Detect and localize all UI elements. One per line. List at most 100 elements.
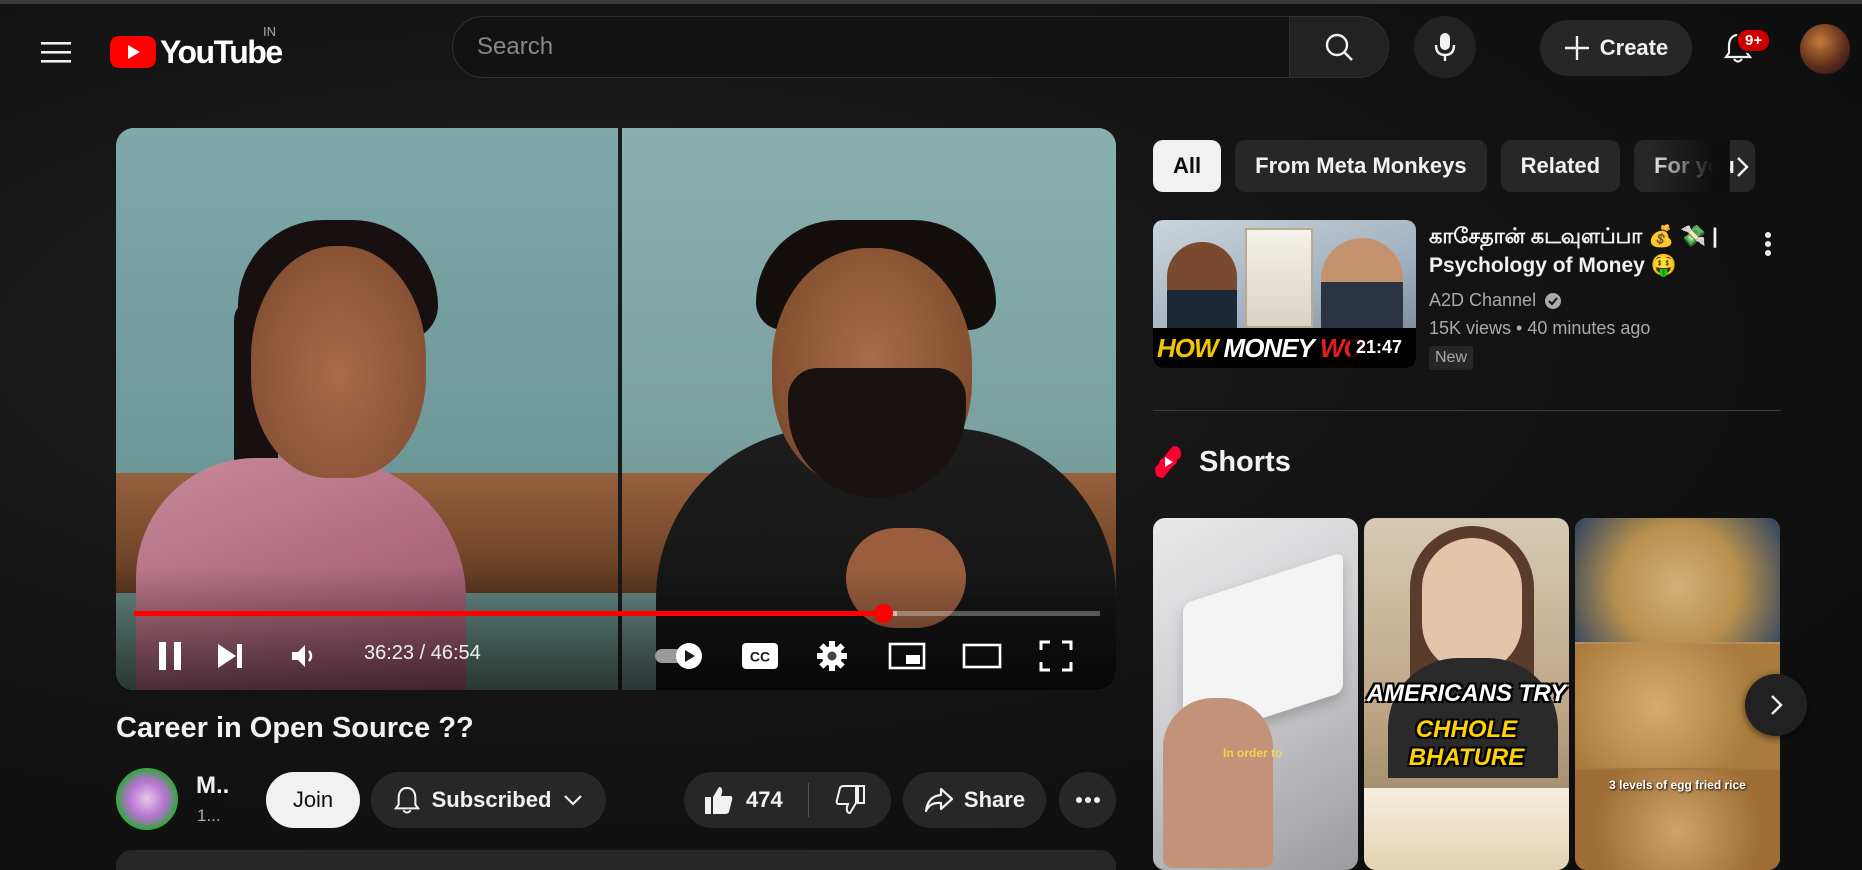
create-button[interactable]: Create: [1540, 20, 1692, 76]
pause-button[interactable]: [142, 628, 198, 684]
recommended-video[interactable]: HOW MONEY WO 21:47 காசேதான் கடவுளப்பா 💰 …: [1153, 220, 1783, 372]
country-code: IN: [263, 24, 276, 39]
closed-captions-icon: CC: [742, 643, 778, 669]
svg-text:CC: CC: [750, 649, 770, 665]
progress-bar[interactable]: [134, 604, 1100, 623]
dislike-button[interactable]: [809, 772, 891, 828]
short-caption-line-1: AMERICANS TRY: [1366, 680, 1567, 707]
shorts-next-button[interactable]: [1745, 674, 1807, 736]
video-player[interactable]: 36:23 / 46:54 CC: [116, 128, 1116, 690]
channel-name[interactable]: M..: [196, 772, 229, 800]
logo-wordmark: YouTube: [160, 33, 283, 70]
subscribed-label: Subscribed: [431, 787, 552, 812]
progress-scrubber[interactable]: [874, 604, 894, 623]
theater-mode-button[interactable]: [954, 628, 1010, 684]
chevron-down-icon: [564, 795, 583, 806]
share-icon: [924, 787, 954, 813]
shorts-title: Shorts: [1199, 445, 1291, 478]
like-count: 474: [746, 787, 783, 812]
shorts-header: Shorts: [1153, 444, 1291, 480]
theater-mode-icon: [962, 643, 1002, 669]
channel-avatar[interactable]: [116, 768, 178, 830]
autoplay-toggle-icon: [655, 643, 702, 669]
fullscreen-button[interactable]: [1028, 628, 1084, 684]
youtube-play-icon: [110, 36, 156, 68]
video-person-left-face: [251, 246, 426, 478]
gear-icon: [817, 641, 847, 671]
short-2-face: [1422, 538, 1522, 673]
recommended-channel[interactable]: A2D Channel: [1429, 290, 1562, 311]
thumbs-up-icon: [705, 787, 733, 814]
next-button[interactable]: [202, 628, 258, 684]
volume-icon: [292, 645, 313, 667]
hamburger-icon: [41, 42, 71, 63]
mute-button[interactable]: [276, 628, 332, 684]
fullscreen-icon: [1039, 640, 1073, 672]
short-caption: 3 levels of egg fried rice: [1609, 778, 1746, 792]
miniplayer-icon: [888, 642, 926, 670]
short-caption-line-2: CHHOLE BHATURE: [1408, 716, 1525, 771]
progress-played: [134, 611, 884, 616]
more-horizontal-icon: [1075, 797, 1100, 803]
recommended-menu-button[interactable]: [1753, 224, 1783, 264]
thumbnail-text-word-2: MONEY: [1223, 332, 1315, 363]
short-item[interactable]: AMERICANS TRY CHHOLE BHATURE: [1364, 518, 1569, 870]
more-actions-button[interactable]: [1059, 772, 1116, 828]
pause-icon: [159, 642, 181, 670]
share-button[interactable]: Share: [903, 772, 1046, 828]
join-button[interactable]: Join: [266, 772, 360, 828]
search-input[interactable]: [453, 17, 1289, 77]
time-display: 36:23 / 46:54: [364, 642, 481, 664]
search-button[interactable]: [1289, 16, 1389, 78]
microphone-icon: [1434, 33, 1456, 61]
short-3-plate-1: [1575, 518, 1780, 642]
chips-next-button[interactable]: [1718, 143, 1766, 191]
thumbnail-book: [1245, 228, 1313, 328]
short-2-plate: [1364, 788, 1569, 870]
chip-related[interactable]: Related: [1500, 140, 1621, 192]
short-item[interactable]: In order to: [1153, 518, 1358, 870]
search-box: [452, 16, 1290, 78]
plus-icon: [1564, 36, 1589, 60]
recommended-meta: 15K views • 40 minutes ago: [1429, 318, 1651, 338]
subscribed-button[interactable]: Subscribed: [371, 772, 606, 828]
thumbs-down-icon: [835, 785, 865, 815]
guide-menu-button[interactable]: [32, 28, 80, 76]
masthead: YouTube IN Create: [0, 4, 1862, 92]
miniplayer-button[interactable]: [879, 628, 935, 684]
account-avatar[interactable]: [1800, 24, 1850, 74]
create-label: Create: [1599, 35, 1669, 60]
search-icon: [1325, 33, 1353, 61]
new-badge: New: [1429, 346, 1474, 370]
chevron-right-icon: [1771, 695, 1783, 715]
more-vertical-icon: [1765, 232, 1771, 256]
share-label: Share: [963, 787, 1026, 812]
thumbnail-text-word-1: HOW: [1157, 332, 1219, 363]
chip-from-channel[interactable]: From Meta Monkeys: [1235, 140, 1487, 192]
youtube-watch-page: YouTube IN Create: [0, 0, 1862, 870]
video-title: Career in Open Source ??: [116, 712, 474, 744]
notification-count-badge: 9+: [1736, 28, 1772, 53]
short-1-hand: [1163, 698, 1273, 868]
skip-next-icon: [218, 644, 242, 668]
shorts-shelf: In order to AMERICANS TRY CHHOLE BHATURE…: [1153, 518, 1783, 870]
like-button[interactable]: 474: [684, 772, 808, 828]
short-caption: In order to: [1223, 746, 1283, 760]
channel-subscriber-count: 1...: [197, 806, 221, 825]
recommended-thumbnail[interactable]: HOW MONEY WO 21:47: [1153, 220, 1416, 368]
like-dislike-group: 474: [684, 772, 891, 828]
chip-all[interactable]: All: [1153, 140, 1222, 192]
settings-button[interactable]: [804, 628, 860, 684]
bell-icon: [393, 786, 420, 814]
description-box[interactable]: [116, 850, 1116, 870]
shorts-logo-icon: [1155, 446, 1181, 478]
recommended-title[interactable]: காசேதான் கடவுளப்பா 💰 💸 | Psychology of M…: [1429, 222, 1735, 280]
recommended-channel-name: A2D Channel: [1429, 290, 1537, 310]
subtitles-button[interactable]: CC: [730, 628, 790, 684]
verified-check-icon: [1545, 292, 1562, 309]
youtube-logo[interactable]: YouTube: [110, 28, 283, 76]
autoplay-toggle[interactable]: [650, 628, 710, 684]
voice-search-button[interactable]: [1414, 16, 1476, 78]
chevron-right-icon: [1737, 157, 1749, 177]
section-separator: [1153, 410, 1781, 411]
